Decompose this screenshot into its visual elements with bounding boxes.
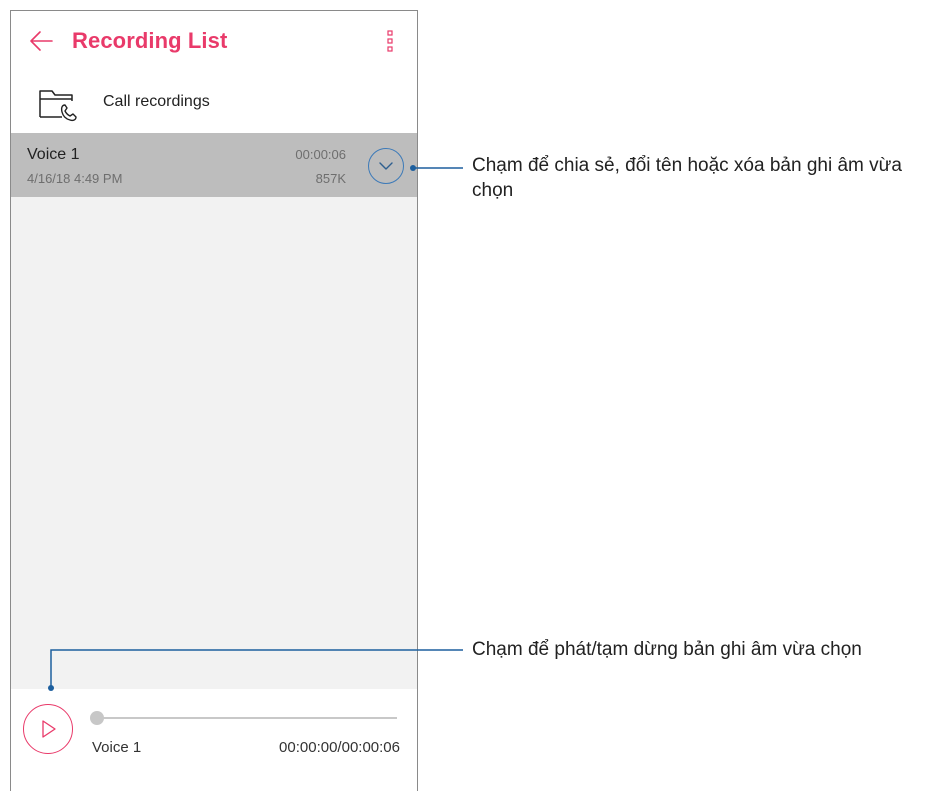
phone-screen: Recording List Call recordings Voice 1 4… — [10, 10, 418, 791]
call-recordings-folder[interactable]: Call recordings — [11, 73, 417, 133]
play-pause-button[interactable] — [23, 704, 73, 754]
recording-name: Voice 1 — [27, 146, 80, 163]
recording-list-item[interactable]: Voice 1 4/16/18 4:49 PM 00:00:06 857K — [11, 133, 417, 197]
arrow-left-icon[interactable] — [27, 29, 55, 53]
expand-callout-text: Chạm để chia sẻ, đổi tên hoặc xóa bản gh… — [472, 155, 902, 201]
page-title: Recording List — [72, 28, 228, 53]
folder-label: Call recordings — [103, 93, 210, 110]
app-bar: Recording List — [11, 11, 417, 73]
recording-size: 857K — [315, 171, 346, 186]
more-vertical-icon[interactable] — [383, 29, 397, 55]
seek-thumb[interactable] — [90, 711, 104, 725]
folder-phone-icon — [39, 90, 77, 122]
player-time: 00:00:00/00:00:06 — [279, 739, 400, 756]
play-icon — [42, 720, 56, 738]
player-track-name: Voice 1 — [92, 739, 142, 756]
recording-duration: 00:00:06 — [295, 147, 346, 162]
seek-bar[interactable] — [90, 711, 397, 725]
play-callout-text: Chạm để phát/tạm dừng bản ghi âm vừa chọ… — [472, 639, 862, 660]
chevron-down-icon — [379, 162, 393, 170]
expand-options-button[interactable] — [368, 148, 404, 184]
recording-date: 4/16/18 4:49 PM — [27, 171, 123, 186]
audio-player: Voice 1 00:00:00/00:00:06 — [11, 689, 417, 791]
